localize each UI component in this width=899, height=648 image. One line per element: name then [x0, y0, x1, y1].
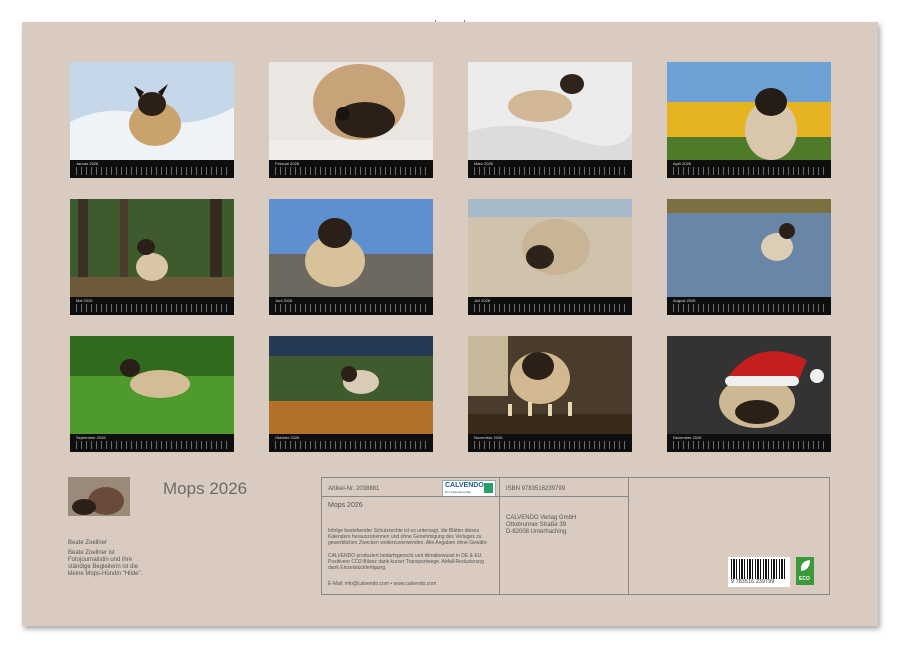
eco-notice: CALVENDO produziert bedarfsgerecht und k… [328, 553, 494, 571]
pug-on-bed-photo [468, 62, 632, 160]
pug-face-closeup-photo [269, 62, 433, 160]
calendar-title: Mops 2026 [163, 479, 247, 499]
pug-in-forest-photo [70, 199, 234, 297]
month-september: September 2026 [70, 336, 234, 452]
pug-chess-photo [468, 336, 632, 434]
month-label: November 2026 [474, 435, 502, 440]
month-july: Juli 2026 [468, 199, 632, 315]
isbn-barcode: 9 783516 239799 [728, 557, 790, 587]
author-photo [68, 477, 130, 516]
eco-badge-icon: ECO [796, 557, 814, 585]
month-label: April 2026 [673, 161, 691, 166]
month-february: Februar 2026 [269, 62, 433, 178]
article-number: Artikel-Nr. 2038881 [328, 486, 379, 493]
month-label: Februar 2026 [275, 161, 299, 166]
pug-in-flowers-photo [667, 62, 831, 160]
product-title: Mops 2026 [328, 502, 363, 509]
month-april: April 2026 [667, 62, 831, 178]
legal-notice: Infolge bestehender Schutzrechte ist es … [328, 528, 494, 546]
month-november: November 2026 [468, 336, 632, 452]
month-december: Dezember 2026 [667, 336, 831, 452]
month-october: Oktober 2026 [269, 336, 433, 452]
month-label: Juli 2026 [474, 298, 490, 303]
contact-info: E-Mail: info@calvendo.com • www.calvendo… [328, 581, 436, 588]
pug-running-grass-photo [70, 336, 234, 434]
publisher-city: D-82008 Unterhaching [506, 529, 566, 536]
author-bio: Beate Zoellner ist Fotojournalistin und … [68, 550, 152, 578]
month-label: März 2026 [474, 161, 493, 166]
isbn: ISBN 9783516239799 [506, 486, 565, 493]
pug-autumn-leaves-photo [269, 336, 433, 434]
month-march: März 2026 [468, 62, 632, 178]
author-name: Beate Zoellner [68, 540, 107, 546]
pug-on-boardwalk-photo [269, 199, 433, 297]
month-label: Dezember 2026 [673, 435, 701, 440]
month-june: Juni 2026 [269, 199, 433, 315]
publisher-name: CALVENDO Verlag GmbH [506, 515, 576, 522]
pug-in-snow-photo [70, 62, 234, 160]
month-label: Januar 2026 [76, 161, 98, 166]
pug-digging-sand-photo [468, 199, 632, 297]
month-august: August 2026 [667, 199, 831, 315]
month-label: September 2026 [76, 435, 106, 440]
calvendo-logo: CALVENDO Der Kalenderverlag [442, 480, 496, 497]
pug-in-water-photo [667, 199, 831, 297]
month-may: Mai 2026 [70, 199, 234, 315]
month-label: August 2026 [673, 298, 695, 303]
month-label: Mai 2026 [76, 298, 92, 303]
publisher-street: Ottobrunner Straße 39 [506, 522, 566, 529]
month-label: Oktober 2026 [275, 435, 299, 440]
month-january: Januar 2026 [70, 62, 234, 178]
pug-santa-hat-photo [667, 336, 831, 434]
month-label: Juni 2026 [275, 298, 292, 303]
